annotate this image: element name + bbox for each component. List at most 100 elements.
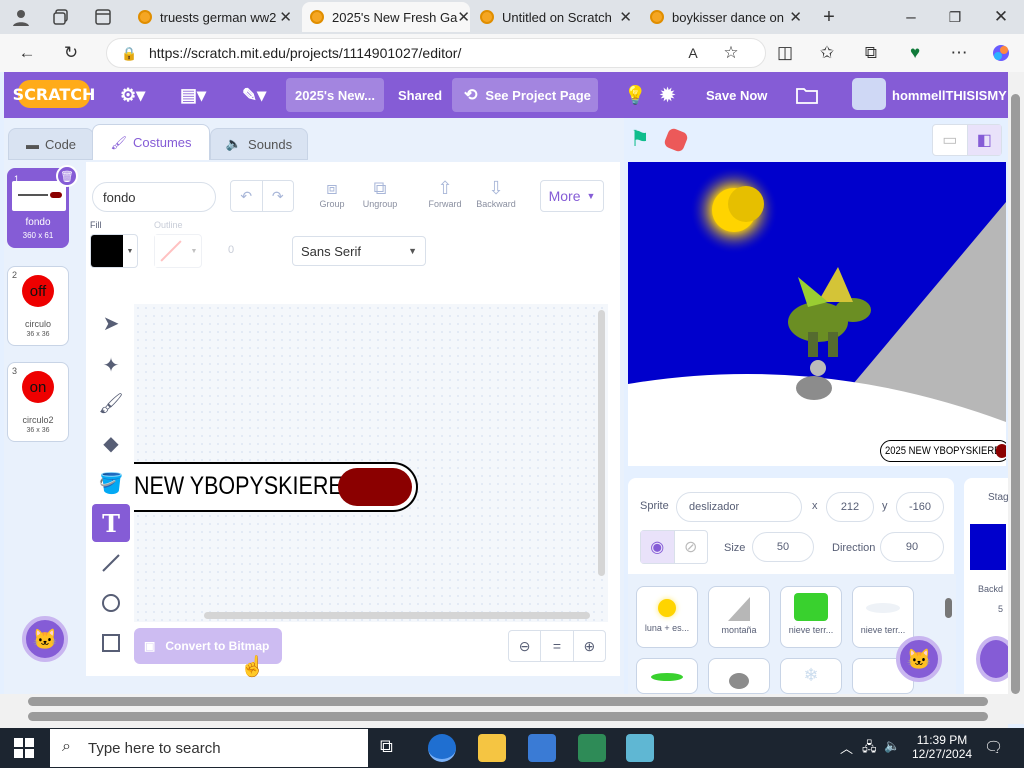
group-button[interactable]: ⧈ Group <box>314 178 350 209</box>
minimize-icon[interactable]: – <box>896 2 926 32</box>
sprite-tile-montana[interactable]: montaña <box>708 586 770 648</box>
rectangle-tool[interactable] <box>92 624 130 662</box>
redo-icon[interactable]: ↷ <box>263 181 294 211</box>
tab-code[interactable]: ▬ Code <box>8 128 94 160</box>
hide-eye-icon[interactable]: ⊘ <box>675 531 708 563</box>
clock[interactable]: 11:39 PM 12/27/2024 <box>912 733 972 761</box>
save-now-button[interactable]: Save Now <box>706 82 767 108</box>
sprite-tile[interactable] <box>636 658 698 694</box>
outline-color-picker[interactable]: ▼ <box>154 234 202 268</box>
lightbulb-icon[interactable]: 💡 <box>624 82 646 108</box>
costume-artwork[interactable]: NEW YBOPYSKIERE: <box>134 462 418 512</box>
file-menu-icon[interactable]: ▤▾ <box>180 82 206 108</box>
stage[interactable]: 2025 NEW YBOPYSKIERE: <box>628 162 1006 466</box>
costume-item-circulo2[interactable]: 3 on circulo2 36 x 36 <box>7 362 69 442</box>
new-tab-icon[interactable]: + <box>814 2 844 32</box>
text-tool[interactable]: T <box>92 504 130 542</box>
line-tool[interactable] <box>92 544 130 582</box>
tray-chevron-icon[interactable]: ︿ <box>840 738 853 757</box>
ungroup-button[interactable]: ⧉ Ungroup <box>358 178 402 209</box>
scroll-thumb[interactable] <box>1011 94 1020 694</box>
debug-bug-icon[interactable]: ✹ <box>660 82 675 108</box>
sprite-tile-nieve[interactable]: nieve terr... <box>780 586 842 648</box>
sprite-tile-luna[interactable]: luna + es... <box>636 586 698 648</box>
direction-input[interactable]: 90 <box>880 532 944 562</box>
circle-tool[interactable] <box>92 584 130 622</box>
favorites-icon[interactable]: ✩ <box>812 38 842 68</box>
favorite-star-icon[interactable]: ☆ <box>716 38 746 68</box>
costume-item-fondo[interactable]: 1 fondo 360 x 61 🗑 <box>7 165 78 248</box>
app-taskbar-icon-3[interactable] <box>626 734 654 762</box>
stop-icon[interactable] <box>662 126 690 154</box>
my-stuff-folder-icon[interactable] <box>796 82 818 108</box>
read-aloud-icon[interactable]: A <box>678 38 708 68</box>
x-input[interactable]: 212 <box>826 492 874 522</box>
tab-actions-icon[interactable] <box>88 2 118 32</box>
username[interactable]: hommellTHISISMY <box>892 82 1007 108</box>
undo-icon[interactable]: ↶ <box>231 181 263 211</box>
project-title-input[interactable]: 2025's New... <box>286 78 384 112</box>
outline-width[interactable]: 0 <box>228 244 234 256</box>
browser-tab[interactable]: truests german ww2 ✕ <box>130 2 300 32</box>
tab-sounds[interactable]: 🔈 Sounds <box>210 128 308 160</box>
canvas-horizontal-scrollbar[interactable] <box>204 612 590 619</box>
show-eye-icon[interactable]: ◉ <box>641 531 675 563</box>
delete-costume-icon[interactable]: 🗑 <box>56 165 78 187</box>
y-input[interactable]: -160 <box>896 492 944 522</box>
sprite-tile[interactable]: ❄ <box>780 658 842 694</box>
settings-gear-icon[interactable]: ⚙▾ <box>120 82 145 108</box>
horizontal-scrollbar-thumb[interactable] <box>28 697 988 706</box>
browser-tab[interactable]: Untitled on Scratch ✕ <box>472 2 640 32</box>
costume-item-circulo[interactable]: 2 off circulo 36 x 36 <box>7 266 69 346</box>
collections-icon[interactable] <box>46 2 76 32</box>
url-field[interactable]: 🔒 https://scratch.mit.edu/projects/11149… <box>106 38 766 68</box>
backdrop-thumbnail[interactable] <box>970 524 1006 570</box>
size-input[interactable]: 50 <box>752 532 814 562</box>
browser-tab[interactable]: boykisser dance on ✕ <box>642 2 810 32</box>
profile-icon[interactable] <box>6 2 36 32</box>
edge-taskbar-icon[interactable] <box>428 734 456 762</box>
page-vertical-scrollbar[interactable] <box>1008 72 1024 724</box>
site-info-icon[interactable]: 🔒 <box>121 46 137 62</box>
browser-essentials-icon[interactable]: ♥ <box>900 38 930 68</box>
restore-icon[interactable]: ❐ <box>940 2 970 32</box>
backward-button[interactable]: ⇩ Backward <box>472 178 520 209</box>
fill-tool[interactable]: 🪣 <box>92 464 130 502</box>
app-taskbar-icon-2[interactable] <box>578 734 606 762</box>
network-icon[interactable]: 🖧 <box>862 738 877 760</box>
sprite-tile[interactable] <box>708 658 770 694</box>
font-dropdown[interactable]: Sans Serif ▼ <box>292 236 426 266</box>
small-stage-icon[interactable]: ▭ <box>933 125 968 155</box>
zoom-out-icon[interactable]: ⊖ <box>509 631 542 661</box>
costume-name-input[interactable]: fondo <box>92 182 216 212</box>
sprite-list-scrollbar[interactable] <box>945 598 952 618</box>
fill-color-picker[interactable]: ▼ <box>90 234 138 268</box>
choose-costume-button[interactable]: 🐱 <box>22 616 68 662</box>
window-close-icon[interactable]: ✕ <box>986 2 1016 32</box>
zoom-reset-button[interactable]: = <box>541 631 574 661</box>
scratch-logo[interactable]: SCRATCH <box>13 80 95 108</box>
avatar[interactable] <box>852 78 886 110</box>
canvas-vertical-scrollbar[interactable] <box>598 310 605 576</box>
green-flag-icon[interactable]: ⚑ <box>630 126 650 152</box>
see-project-page-button[interactable]: ⟲ See Project Page <box>452 78 598 112</box>
zoom-in-icon[interactable]: ⊕ <box>574 631 605 661</box>
more-button[interactable]: More ▼ <box>540 180 604 212</box>
reshape-tool[interactable]: ✦ <box>92 346 130 384</box>
choose-sprite-button[interactable]: 🐱 <box>896 636 942 682</box>
file-explorer-icon[interactable] <box>478 734 506 762</box>
forward-button[interactable]: ⇧ Forward <box>424 178 466 209</box>
split-screen-icon[interactable]: ◫ <box>770 38 800 68</box>
normal-stage-icon[interactable]: ◧ <box>967 125 1001 155</box>
select-tool[interactable]: ➤ <box>92 304 130 342</box>
windows-start-icon[interactable] <box>14 738 34 763</box>
close-icon[interactable]: ✕ <box>789 8 802 26</box>
task-view-icon[interactable]: ⧉ <box>380 736 393 757</box>
refresh-icon[interactable]: ↻ <box>56 38 86 68</box>
tab-costumes[interactable]: 🖌 Costumes <box>92 124 210 160</box>
horizontal-scrollbar-thumb-2[interactable] <box>28 712 988 721</box>
notifications-icon[interactable]: 🗨 2 <box>984 738 1003 756</box>
sprite-tile-nieve-2[interactable]: nieve terr... <box>852 586 914 648</box>
browser-tab-active[interactable]: 2025's New Fresh Ga ✕ <box>302 2 470 32</box>
close-icon[interactable]: ✕ <box>457 8 470 26</box>
